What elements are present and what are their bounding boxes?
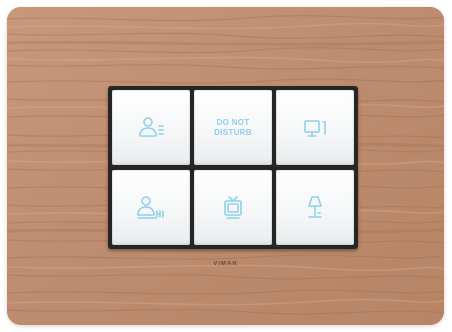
do-not-disturb-label: DO NOT DISTURB: [214, 117, 252, 137]
tv-icon: [224, 195, 242, 219]
person-presence-icon: [139, 116, 164, 137]
keypad-module: DO NOT DISTURB: [108, 86, 358, 249]
presence-button[interactable]: [112, 90, 190, 165]
brand-logo: VIMAR: [213, 261, 238, 267]
courtesy-light-button[interactable]: [276, 90, 354, 165]
do-not-disturb-button[interactable]: DO NOT DISTURB: [194, 90, 272, 165]
person-call-icon: [137, 195, 164, 219]
table-lamp-button[interactable]: [276, 170, 354, 245]
lamp-icon: [308, 195, 322, 218]
wood-cover-plate: DO NOT DISTURB VIMAR: [7, 7, 444, 325]
courtesy-light-icon: [304, 119, 326, 137]
call-reception-button[interactable]: [112, 170, 190, 245]
scene: DO NOT DISTURB VIMAR: [0, 0, 452, 332]
television-button[interactable]: [194, 170, 272, 245]
